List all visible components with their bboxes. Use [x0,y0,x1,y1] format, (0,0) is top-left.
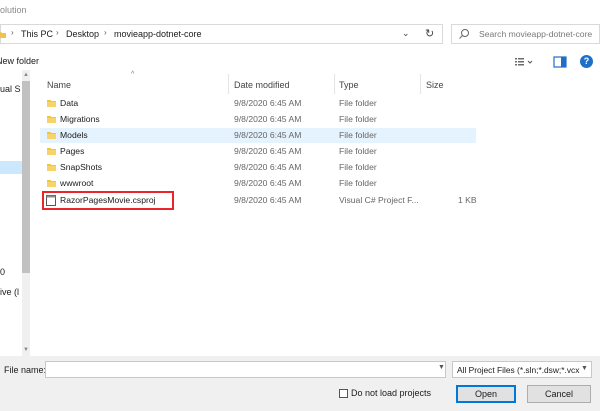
view-options-button[interactable] [514,55,534,69]
new-folder-label: New folder [0,56,40,66]
nav-item-selected[interactable] [0,161,22,174]
breadcrumb-this-pc[interactable]: This PC [21,29,53,39]
file-row-migrations[interactable]: Migrations 9/8/2020 6:45 AM File folder [40,112,476,127]
folder-icon [47,163,56,171]
new-folder-button[interactable]: New folder [0,56,39,66]
preview-pane-icon[interactable] [553,55,567,69]
chevron-right-icon[interactable]: › [11,28,14,37]
highlight-annotation-box [42,191,174,210]
open-button[interactable]: Open [456,385,516,403]
scroll-up-icon[interactable]: ▲ [22,70,30,80]
folder-icon [47,147,56,155]
folder-icon [47,115,56,123]
nav-item-drive[interactable]: 0 [0,267,5,277]
do-not-load-checkbox[interactable] [339,389,348,398]
nav-scrollbar-thumb[interactable] [22,81,30,273]
folder-icon [0,30,6,38]
file-row-wwwroot[interactable]: wwwroot 9/8/2020 6:45 AM File folder [40,176,476,191]
breadcrumb-current-folder[interactable]: movieapp-dotnet-core [114,29,202,39]
chevron-down-icon[interactable]: ▼ [438,364,445,371]
file-date: 9/8/2020 6:45 AM [234,130,302,140]
file-name[interactable]: Pages [60,146,84,156]
filename-label: File name: [4,365,47,375]
chevron-right-icon[interactable]: › [56,28,59,37]
column-divider[interactable] [334,74,335,94]
file-date: 9/8/2020 6:45 AM [234,146,302,156]
column-header-name[interactable]: Name [47,80,71,90]
file-name[interactable]: Migrations [60,114,100,124]
do-not-load-label[interactable]: Do not load projects [351,388,431,398]
column-header-type[interactable]: Type [339,80,359,90]
nav-item-visual-studio[interactable]: ual S [0,84,21,94]
chevron-down-icon: ▼ [581,365,588,372]
folder-icon [47,99,56,107]
cancel-button[interactable]: Cancel [527,385,591,403]
file-row-pages[interactable]: Pages 9/8/2020 6:45 AM File folder [40,144,476,159]
file-size: 1 KB [458,195,477,205]
search-input[interactable]: Search movieapp-dotnet-core [451,24,600,44]
file-name[interactable]: Models [60,130,88,140]
breadcrumb-desktop[interactable]: Desktop [66,29,99,39]
file-date: 9/8/2020 6:45 AM [234,162,302,172]
file-type: File folder [339,98,377,108]
file-type: Visual C# Project F... [339,195,419,205]
file-date: 9/8/2020 6:45 AM [234,98,302,108]
file-row-models[interactable]: Models 9/8/2020 6:45 AM File folder [40,128,476,143]
title-bar: olution [0,0,600,22]
search-placeholder: Search movieapp-dotnet-core [479,29,593,39]
file-row-snapshots[interactable]: SnapShots 9/8/2020 6:45 AM File folder [40,160,476,175]
file-type: File folder [339,146,377,156]
folder-icon [47,131,56,139]
filename-input[interactable] [45,361,446,378]
window-title: olution [0,5,27,15]
column-divider[interactable] [420,74,421,94]
file-type: File folder [339,114,377,124]
file-type: File folder [339,178,377,188]
nav-item-drive-2[interactable]: ive (l [0,287,19,297]
file-date: 9/8/2020 6:45 AM [234,114,302,124]
file-name[interactable]: wwwroot [60,178,93,188]
scroll-down-icon[interactable]: ▼ [22,345,30,355]
column-header-size[interactable]: Size [426,80,444,90]
folder-icon [47,179,56,187]
file-type: File folder [339,130,377,140]
column-header-date[interactable]: Date modified [234,80,290,90]
file-date: 9/8/2020 6:45 AM [234,178,302,188]
column-divider[interactable] [228,74,229,94]
file-type-filter-select[interactable]: All Project Files (*.sln;*.dsw;*.vcx ▼ [452,361,592,378]
file-type-filter-value: All Project Files (*.sln;*.dsw;*.vcx [457,365,580,375]
file-name[interactable]: SnapShots [60,162,102,172]
file-name[interactable]: Data [60,98,78,108]
file-date: 9/8/2020 6:45 AM [234,195,302,205]
search-icon [458,28,470,40]
chevron-down-icon[interactable]: ⌄ [402,28,410,39]
file-row-data[interactable]: Data 9/8/2020 6:45 AM File folder [40,96,476,111]
sort-ascending-icon: ^ [131,71,135,78]
refresh-icon[interactable]: ↻ [425,27,434,40]
chevron-right-icon[interactable]: › [104,28,107,37]
file-type: File folder [339,162,377,172]
address-bar[interactable]: › This PC › Desktop › movieapp-dotnet-co… [0,24,443,44]
help-button[interactable]: ? [580,55,593,68]
